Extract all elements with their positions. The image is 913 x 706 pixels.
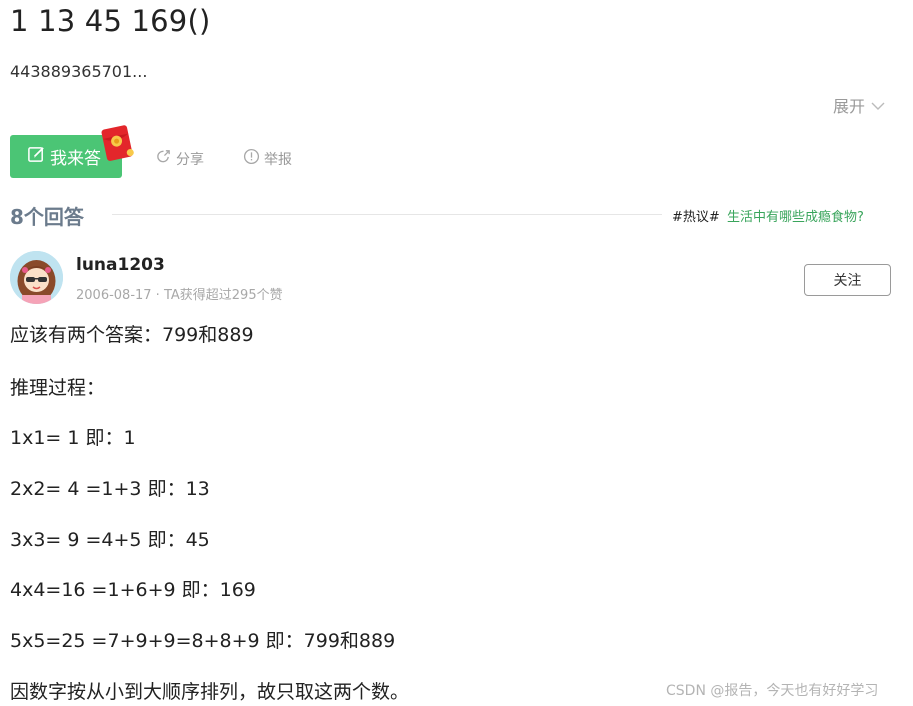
expand-label: 展开 xyxy=(832,97,865,116)
hot-topic-link[interactable]: 生活中有哪些成瘾食物? xyxy=(727,206,864,225)
answer-button-label: 我来答 xyxy=(50,149,101,169)
answer-text-line: 2x2= 4 =1+3 即：13 xyxy=(10,478,210,500)
follow-button[interactable]: 关注 xyxy=(804,264,891,296)
question-title: 1 13 45 169() xyxy=(10,4,211,38)
chevron-down-icon xyxy=(871,96,885,115)
expand-button[interactable]: 展开 xyxy=(833,93,885,117)
share-icon xyxy=(155,148,172,169)
report-label: 举报 xyxy=(264,151,292,168)
answer-text-line: 5x5=25 =7+9+9=8+8+9 即：799和889 xyxy=(10,630,396,652)
answer-text-line: 因数字按从小到大顺序排列，故只取这两个数。 xyxy=(10,681,410,703)
answer-text-line: 1x1= 1 即：1 xyxy=(10,427,136,449)
report-button[interactable]: 举报 xyxy=(243,148,292,169)
answer-text-line: 3x3= 9 =4+5 即：45 xyxy=(10,529,210,551)
warning-icon xyxy=(243,148,260,169)
answer-meta: 2006-08-17 · TA获得超过295个赞 xyxy=(76,288,283,303)
question-description: 443889365701... xyxy=(10,62,148,81)
avatar[interactable] xyxy=(10,251,63,304)
divider xyxy=(112,214,662,215)
edit-icon xyxy=(27,145,46,169)
answer-text-line: 4x4=16 =1+6+9 即：169 xyxy=(10,579,256,601)
username[interactable]: luna1203 xyxy=(76,255,165,275)
answers-count: 8个回答 xyxy=(10,205,84,229)
answer-text-line: 推理过程： xyxy=(10,377,106,399)
share-label: 分享 xyxy=(176,151,204,168)
answer-text-line: 应该有两个答案：799和889 xyxy=(10,324,254,346)
hot-tag: #热议# xyxy=(672,210,720,225)
share-button[interactable]: 分享 xyxy=(155,148,204,169)
red-envelope-icon xyxy=(98,122,138,164)
watermark: CSDN @报告，今天也有好好学习 xyxy=(666,683,879,699)
